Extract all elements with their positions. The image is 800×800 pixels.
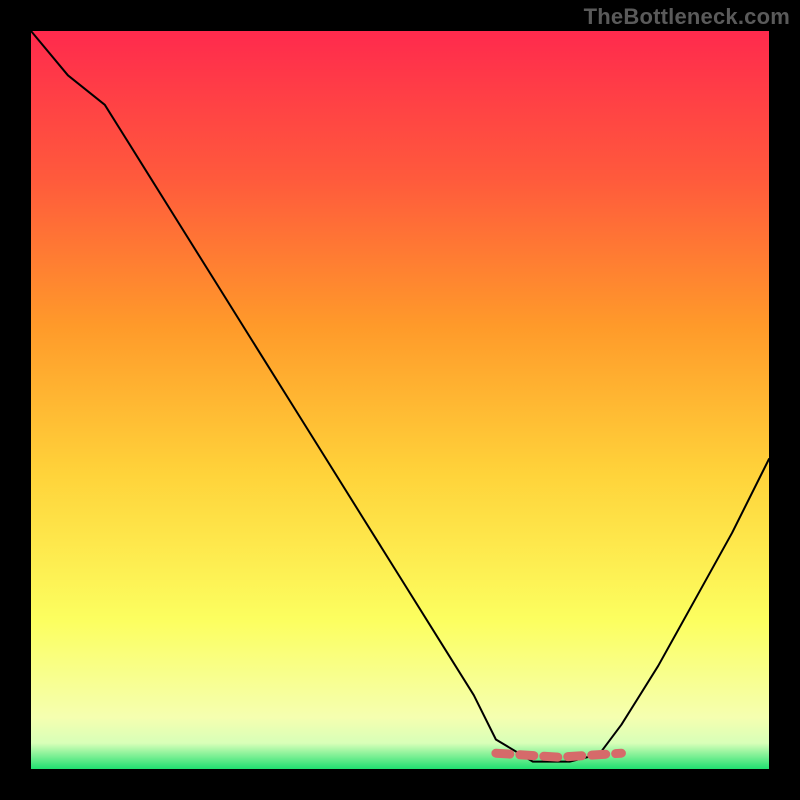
gradient-fill	[31, 31, 769, 769]
watermark-text: TheBottleneck.com	[584, 4, 790, 30]
chart-frame: TheBottleneck.com	[0, 0, 800, 800]
plot-area	[31, 31, 769, 769]
chart-svg	[31, 31, 769, 769]
